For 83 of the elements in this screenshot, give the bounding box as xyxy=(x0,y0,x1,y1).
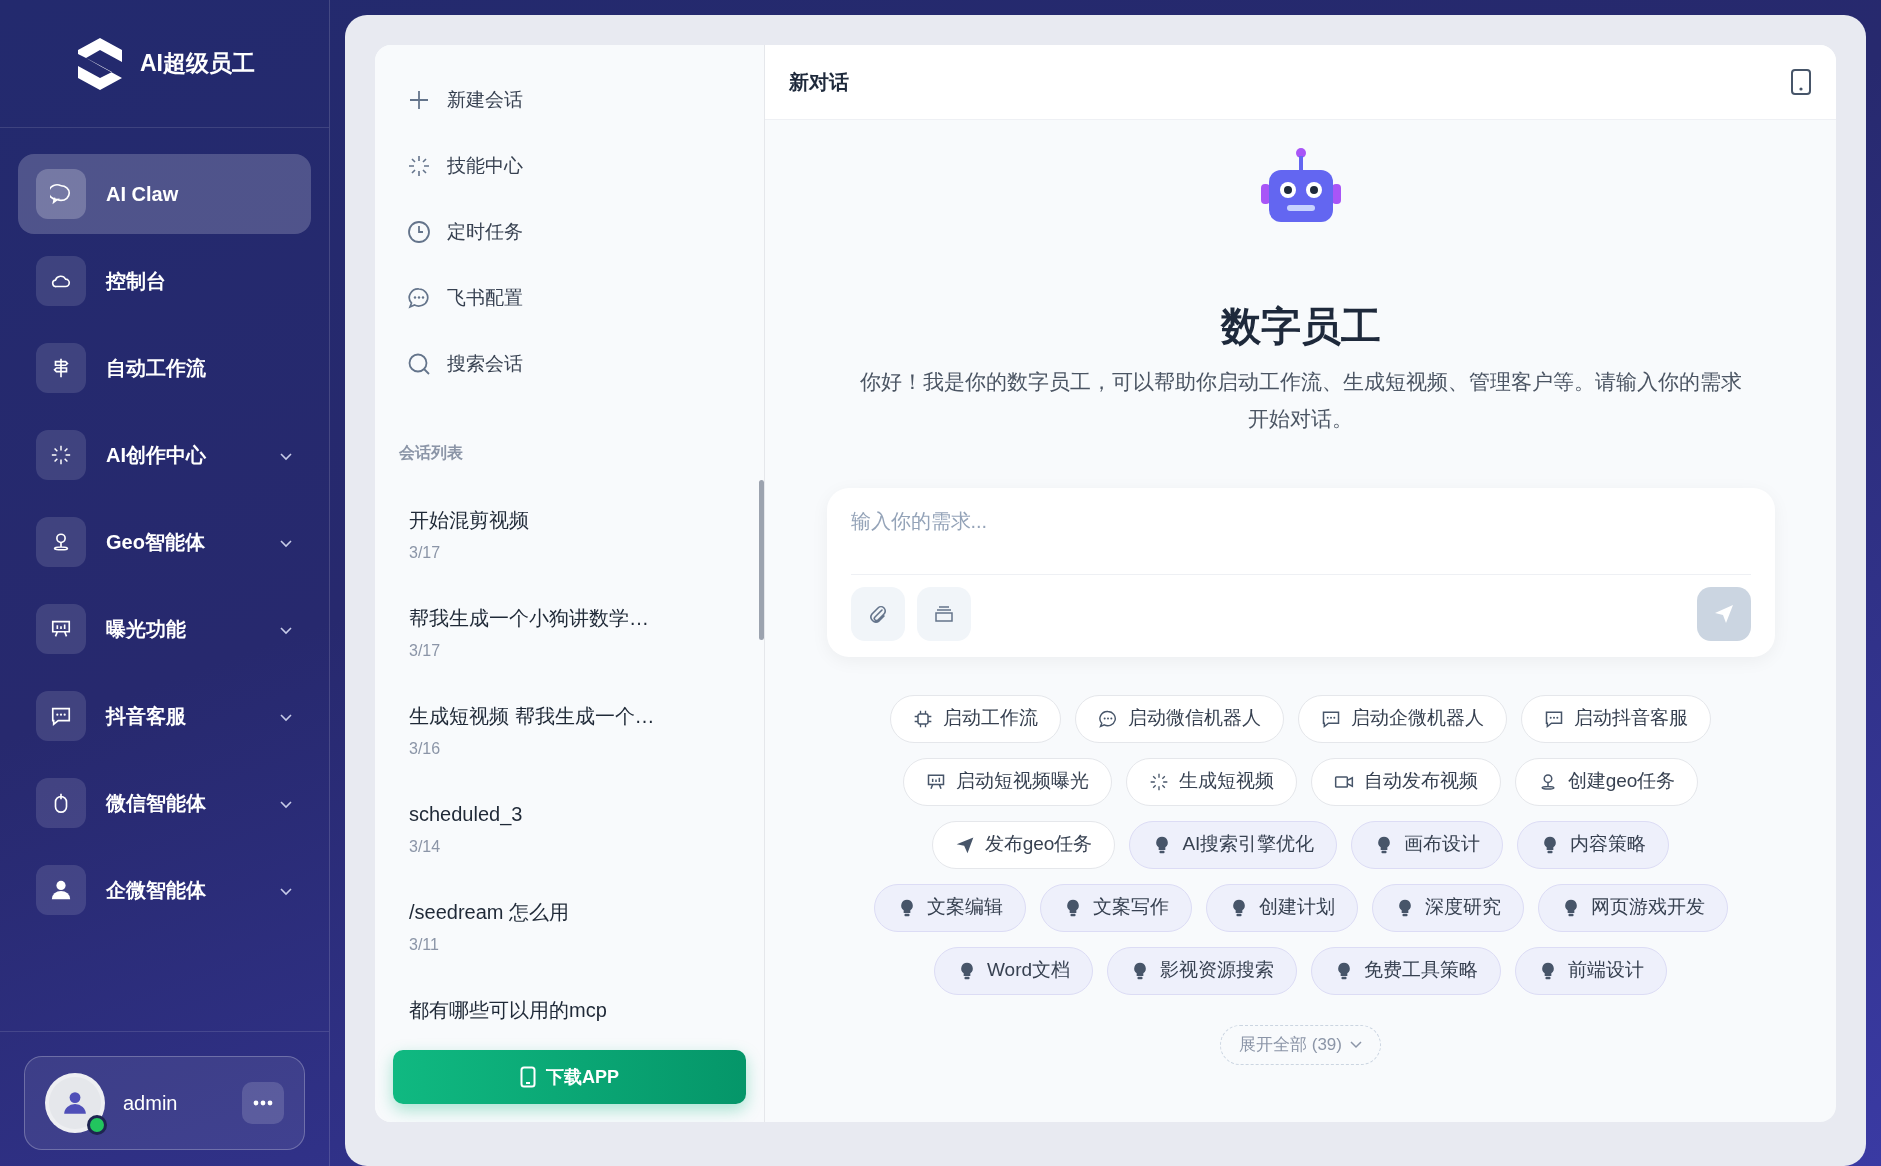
plus-icon xyxy=(407,88,431,112)
attach-button[interactable] xyxy=(850,586,905,641)
sparkle-icon xyxy=(50,444,72,466)
chat-dots-icon xyxy=(407,286,431,310)
suggestion-chip[interactable]: 启动工作流 xyxy=(890,694,1061,743)
ellipsis-icon xyxy=(253,1100,273,1106)
conversation-title: 生成短视频 帮我生成一个… xyxy=(409,704,656,729)
menu-item[interactable]: 搜索会话 xyxy=(397,331,742,397)
section-heading: 会话列表 xyxy=(399,443,464,463)
conversation-item[interactable]: 生成短视频 帮我生成一个… 3/16 xyxy=(409,701,730,761)
suggestion-chip[interactable]: 网页游戏开发 xyxy=(1537,883,1728,932)
robot-icon xyxy=(1260,148,1341,222)
suggestion-chip[interactable]: 启动微信机器人 xyxy=(1075,694,1284,743)
more-options-button[interactable] xyxy=(242,1082,284,1124)
message-composer[interactable]: 输入你的需求... xyxy=(826,487,1775,657)
conversation-date: 3/16 xyxy=(409,739,442,759)
message-icon xyxy=(50,705,72,727)
phone-icon xyxy=(520,1066,536,1088)
sidebar-item[interactable]: 微信智能体 xyxy=(18,763,311,843)
suggestion-chip[interactable]: 创建计划 xyxy=(1205,883,1358,932)
menu-item[interactable]: 飞书配置 xyxy=(397,265,742,331)
suggestion-chip[interactable]: 生成短视频 xyxy=(1125,757,1297,806)
conversation-title: 开始混剪视频 xyxy=(409,508,530,533)
conversation-title: scheduled_3 xyxy=(409,802,524,828)
conversation-title: 帮我生成一个小狗讲数学… xyxy=(409,606,650,631)
chat-bubble-icon xyxy=(50,183,72,205)
sidebar-item[interactable]: 抖音客服 xyxy=(18,676,311,756)
suggestion-chip[interactable]: 画布设计 xyxy=(1351,820,1504,869)
suggestion-chip[interactable]: 影视资源搜索 xyxy=(1107,946,1298,995)
chip-icon xyxy=(913,708,933,729)
conversation-title: /seedream 怎么用 xyxy=(409,900,571,925)
person-silhouette-icon xyxy=(62,1090,88,1116)
brand-name: AI超级员工 xyxy=(140,49,255,79)
paperclip-icon xyxy=(867,603,888,624)
conversation-date: 3/11 xyxy=(409,935,440,955)
conversation-item[interactable]: scheduled_3 3/14 xyxy=(409,799,730,859)
menu-item[interactable]: 技能中心 xyxy=(397,133,742,199)
sparkle-icon xyxy=(407,154,431,178)
layers-button[interactable] xyxy=(916,586,971,641)
suggestion-chip[interactable]: 启动抖音客服 xyxy=(1521,694,1711,743)
conversation-date: 3/14 xyxy=(409,837,442,857)
conversation-date: 3/17 xyxy=(409,543,442,563)
suggestion-chip[interactable]: 免费工具策略 xyxy=(1311,946,1502,995)
sidebar-item[interactable]: 曝光功能 xyxy=(18,589,311,669)
chevron-down-icon xyxy=(1350,1040,1362,1049)
suggestion-chip[interactable]: Word文档 xyxy=(933,946,1094,995)
sidebar-item[interactable]: AI Claw xyxy=(18,154,311,234)
phone-icon[interactable] xyxy=(1790,68,1812,96)
suggestion-chip[interactable]: AI搜索引擎优化 xyxy=(1129,820,1338,869)
suggestion-chip[interactable]: 自动发布视频 xyxy=(1310,757,1501,806)
suggestion-chip[interactable]: 内容策略 xyxy=(1517,820,1670,869)
conversation-item[interactable]: /seedream 怎么用 3/11 xyxy=(409,897,730,957)
sidebar-item[interactable]: 控制台 xyxy=(18,241,311,321)
sidebar-item[interactable]: 自动工作流 xyxy=(18,328,311,408)
suggestion-chip[interactable]: 文案写作 xyxy=(1039,883,1192,932)
sidebar-item[interactable]: AI创作中心 xyxy=(18,415,311,495)
suggestion-chip[interactable]: 前端设计 xyxy=(1515,946,1668,995)
tray-icon xyxy=(933,604,954,623)
conversation-date: 3/17 xyxy=(409,641,442,661)
suggestion-chip[interactable]: 创建geo任务 xyxy=(1514,757,1699,806)
suggestion-chip[interactable]: 发布geo任务 xyxy=(931,820,1116,869)
chat-title: 新对话 xyxy=(789,70,849,95)
suggestion-chip[interactable]: 深度研究 xyxy=(1371,883,1524,932)
sidebar-item[interactable]: 企微智能体 xyxy=(18,850,311,930)
conversation-item[interactable]: 帮我生成一个小狗讲数学… 3/17 xyxy=(409,603,730,663)
message-input[interactable]: 输入你的需求... xyxy=(850,501,1751,575)
menu-item[interactable]: 定时任务 xyxy=(397,199,742,265)
scrollbar-thumb[interactable] xyxy=(759,480,764,640)
conversation-item[interactable]: 开始混剪视频 3/17 xyxy=(409,505,730,565)
person-icon xyxy=(50,879,72,901)
conversation-item[interactable]: 都有哪些可以用的mcp xyxy=(409,995,730,1025)
sparkle-icon xyxy=(1148,771,1169,792)
sidebar-item[interactable]: Geo智能体 xyxy=(18,502,311,582)
chat-dots-icon xyxy=(1098,708,1118,729)
search-icon xyxy=(407,352,431,376)
suggestion-chip[interactable]: 启动短视频曝光 xyxy=(902,757,1112,806)
clock-icon xyxy=(407,220,431,244)
welcome-heading: 数字员工 xyxy=(1220,303,1381,350)
user-name: admin xyxy=(123,1091,178,1116)
suggestion-chip[interactable]: 启动企微机器人 xyxy=(1298,694,1507,743)
welcome-text: 你好！我是你的数字员工，可以帮助你启动工作流、生成短视频、管理客户等。请输入你的需求开始对话。 xyxy=(858,369,1743,432)
menu-item[interactable]: 新建会话 xyxy=(397,67,742,133)
suggestion-chip[interactable]: 文案编辑 xyxy=(873,883,1026,932)
